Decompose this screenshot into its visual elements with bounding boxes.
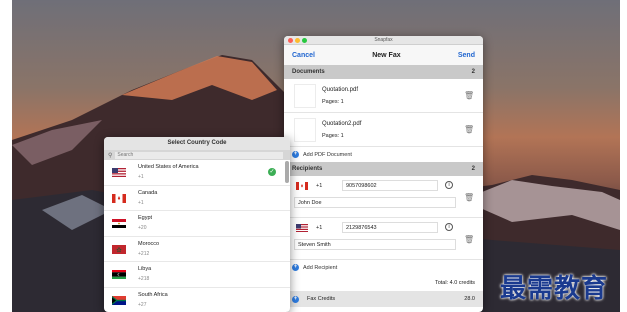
recipient-number-field[interactable]: 9057098602 [342,180,438,191]
plus-circle-icon: + [292,295,299,303]
document-row[interactable]: Quotation.pdf Pages: 1 🗑 [284,79,483,113]
usa-flag-icon [112,168,126,177]
trash-icon[interactable]: 🗑 [464,193,474,202]
add-pdf-label: Add PDF Document [303,151,352,158]
documents-label: Documents [292,69,325,75]
document-name: Quotation.pdf [322,87,359,93]
plus-circle-icon: + [292,264,299,271]
recipient-number-field[interactable]: 2129876543 [342,222,438,233]
recipients-section-header: Recipients 2 [284,162,483,176]
country-code: +212 [138,250,150,257]
recipients-label: Recipients [292,166,323,172]
documents-count: 2 [471,69,475,75]
fax-credits-value: 28.0 [464,296,475,302]
canada-flag-icon[interactable] [296,182,308,190]
country-row[interactable]: South Africa +27 [104,288,290,312]
select-country-code-window: Select Country Code ⚲ United States of A… [104,137,290,312]
country-row[interactable]: Morocco +212 [104,237,290,262]
plus-circle-icon: + [292,151,299,158]
country-code: +1 [138,199,144,206]
recipient-name-field[interactable]: John Doe [294,197,456,208]
info-icon[interactable]: i [445,223,453,231]
country-code: +27 [138,301,147,308]
document-pages: Pages: 1 [322,133,344,139]
trash-icon[interactable]: 🗑 [464,125,474,134]
trash-icon[interactable]: 🗑 [464,235,474,244]
south-africa-flag-icon [112,295,126,305]
search-bar: ⚲ [104,150,290,160]
recipient-row: +1 2129876543 i Steven Smith 🗑 [284,218,483,260]
country-name: United States of America [138,164,199,170]
canada-flag-icon [112,193,126,203]
recipients-count: 2 [471,166,475,172]
country-window-title: Select Country Code [104,137,290,150]
recipient-country-code: +1 [316,225,323,231]
new-fax-window: Snapfax Cancel New Fax Send Documents 2 … [284,36,483,312]
add-pdf-document-button[interactable]: + Add PDF Document [284,147,483,162]
fax-credits-label: Fax Credits [307,296,336,302]
fax-credits-bar[interactable]: + Fax Credits 28.0 [284,291,483,307]
window-title: Snapfax [374,37,393,43]
country-row[interactable]: Canada +1 [104,186,290,211]
egypt-flag-icon [112,219,126,228]
info-icon[interactable]: i [445,181,453,189]
documents-section-header: Documents 2 [284,65,483,79]
country-name: Canada [138,189,158,196]
trash-icon[interactable]: 🗑 [464,91,474,100]
recipient-row: +1 9057098602 i John Doe 🗑 [284,176,483,218]
country-code: +1 [138,174,144,180]
nav-title: New Fax [372,51,401,59]
add-recipient-button[interactable]: + Add Recipient [284,260,483,275]
checkmark-icon: ✓ [268,168,276,176]
watermark-text: 最需教育 [500,274,609,304]
morocco-flag-icon [112,244,126,254]
search-icon: ⚲ [108,152,113,159]
country-name: Libya [138,266,152,272]
fax-window-titlebar: Snapfax [284,36,483,45]
country-code: +20 [138,225,147,231]
document-row[interactable]: Quotation2.pdf Pages: 1 🗑 [284,113,483,147]
total-credits: Total: 4.0 credits [434,280,475,286]
usa-flag-icon[interactable] [296,224,308,232]
document-thumbnail [294,118,316,142]
fax-navbar: Cancel New Fax Send [284,45,483,65]
country-name: South Africa [138,291,168,298]
recipient-name-field[interactable]: Steven Smith [294,239,456,250]
document-pages: Pages: 1 [322,99,344,105]
recipient-country-code: +1 [316,183,323,189]
send-button[interactable]: Send [458,52,475,59]
country-row[interactable]: United States of America +1 ✓ [104,160,290,186]
cancel-button[interactable]: Cancel [292,52,315,59]
search-input[interactable] [115,151,284,159]
document-thumbnail [294,84,316,108]
document-name: Quotation2.pdf [322,121,362,127]
country-name: Morocco [138,240,160,247]
country-row[interactable]: Egypt +20 [104,211,290,237]
add-recipient-label: Add Recipient [303,264,338,271]
country-code: +218 [138,276,150,282]
libya-flag-icon [112,270,126,279]
country-row[interactable]: Libya +218 [104,262,290,288]
country-name: Egypt [138,215,153,221]
